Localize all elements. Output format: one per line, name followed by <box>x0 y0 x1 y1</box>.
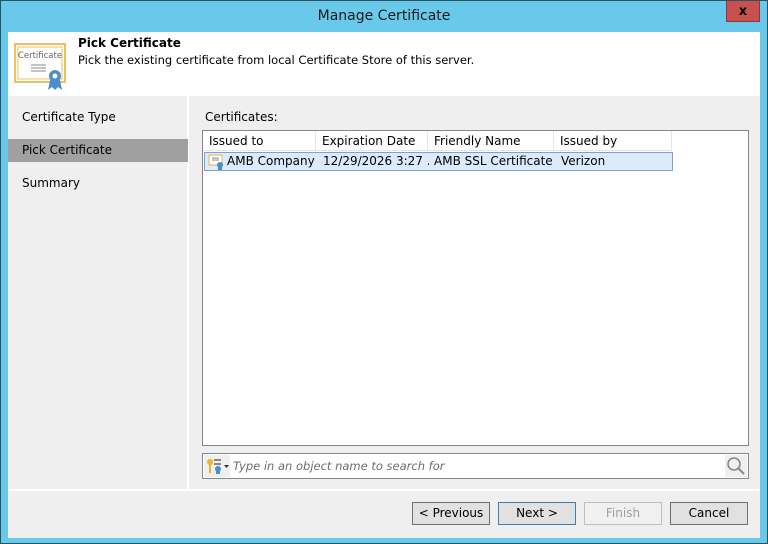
next-button[interactable]: Next > <box>498 502 576 525</box>
cell-expiration-date: 12/29/2026 3:27 ... <box>323 154 429 168</box>
column-issued-to[interactable]: Issued to <box>203 131 316 151</box>
window-title: Manage Certificate <box>317 8 451 24</box>
list-header: Issued to Expiration Date Friendly Name … <box>203 131 672 151</box>
finish-button[interactable]: Finish <box>584 502 662 525</box>
page-description: Pick the existing certificate from local… <box>78 53 475 67</box>
certificate-icon <box>208 154 223 170</box>
main-panel: Certificates: Issued to Expiration Date … <box>191 96 760 489</box>
cell-issued-by: Verizon <box>561 154 606 168</box>
search-box <box>202 453 749 479</box>
certificates-label: Certificates: <box>205 110 278 124</box>
wizard-header: Certificate Pick Certificate Pick the ex… <box>8 32 760 96</box>
title-bar[interactable]: Manage Certificate x <box>1 1 767 32</box>
sidebar-item-pick-certificate[interactable]: Pick Certificate <box>8 139 188 162</box>
wizard-steps: Certificate Type Pick Certificate Summar… <box>8 96 189 489</box>
certificates-list[interactable]: Issued to Expiration Date Friendly Name … <box>202 130 749 446</box>
previous-button[interactable]: < Previous <box>412 502 490 525</box>
certificate-icon: Certificate <box>14 43 66 90</box>
magnifier-icon <box>727 457 745 475</box>
table-row[interactable]: AMB Company 12/29/2026 3:27 ... AMB SSL … <box>204 152 673 171</box>
sidebar-item-summary[interactable]: Summary <box>8 172 188 195</box>
search-input[interactable] <box>233 456 713 476</box>
cell-friendly-name: AMB SSL Certificate <box>434 154 553 168</box>
issued-to-value: AMB Company <box>227 154 315 168</box>
manage-certificate-window: Manage Certificate x Certificate Pick Ce… <box>0 0 768 544</box>
sidebar-item-certificate-type[interactable]: Certificate Type <box>8 106 188 129</box>
certificate-keys-icon <box>207 459 229 474</box>
close-icon: x <box>738 3 748 19</box>
search-button[interactable] <box>725 455 747 477</box>
search-scope-dropdown[interactable] <box>204 455 230 477</box>
footer-divider <box>8 489 760 491</box>
dialog-client: Certificate Pick Certificate Pick the ex… <box>8 32 760 538</box>
column-friendly-name[interactable]: Friendly Name <box>428 131 554 151</box>
column-expiration-date[interactable]: Expiration Date <box>316 131 428 151</box>
close-button[interactable]: x <box>726 1 760 22</box>
column-issued-by[interactable]: Issued by <box>554 131 672 151</box>
svg-text:Certificate: Certificate <box>18 51 62 61</box>
cell-issued-to: AMB Company <box>205 153 317 170</box>
page-title: Pick Certificate <box>78 36 181 50</box>
cancel-button[interactable]: Cancel <box>670 502 748 525</box>
